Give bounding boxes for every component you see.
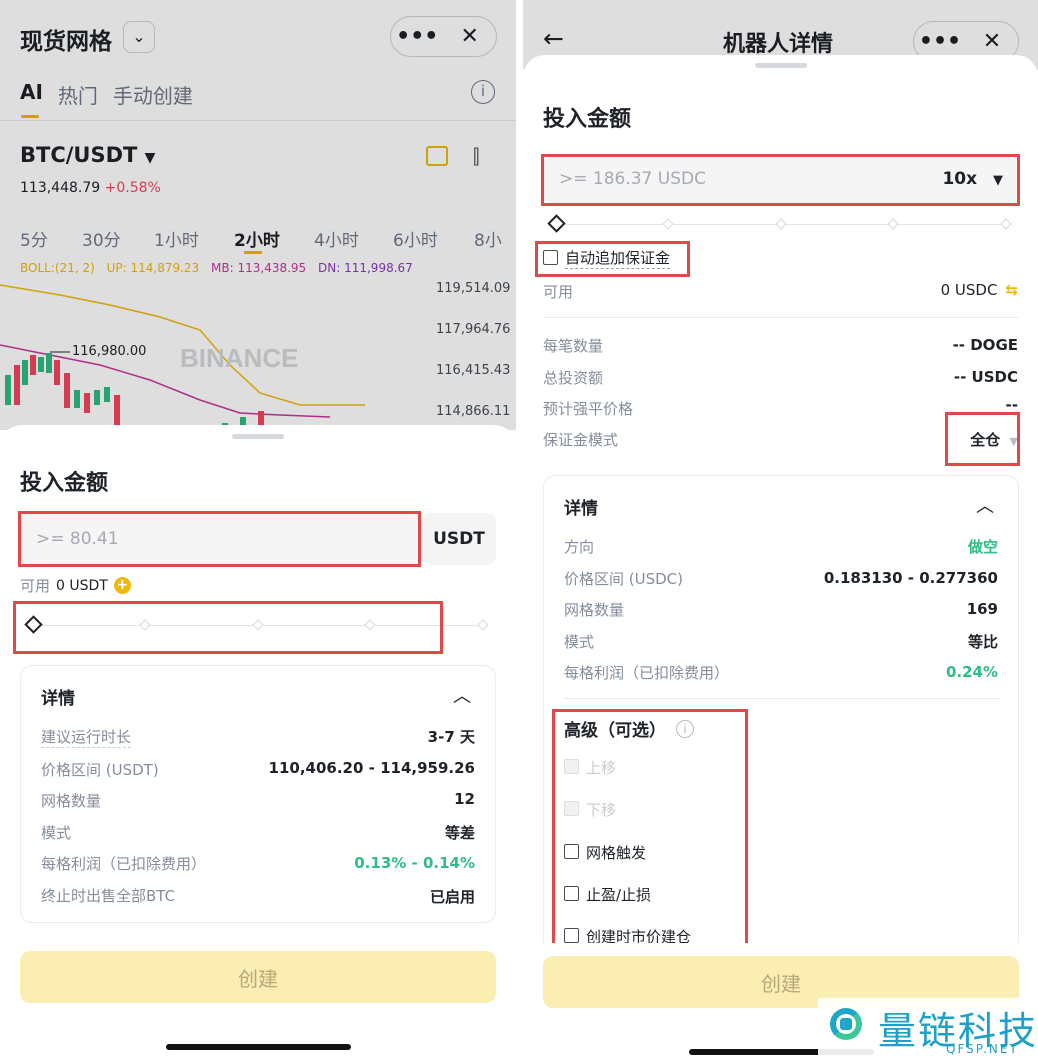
currency-button[interactable]: USDT	[422, 513, 496, 565]
highlight-auto-margin	[535, 241, 690, 277]
detail-value: 169	[966, 600, 998, 618]
detail-value: 0.183130 - 0.277360	[823, 569, 998, 587]
row-label: 每笔数量	[543, 337, 604, 355]
available-value: 0 USDC	[940, 281, 998, 299]
drag-handle[interactable]	[232, 434, 284, 439]
row-label: 总投资额	[543, 369, 604, 387]
detail-label: 方向	[564, 538, 595, 556]
row-label: 预计强平价格	[543, 400, 634, 418]
home-indicator	[166, 1044, 351, 1050]
available-label: 可用	[543, 283, 574, 301]
detail-label: 模式	[41, 824, 72, 842]
detail-value: 0.13% - 0.14%	[354, 854, 475, 872]
row-value: -- DOGE	[952, 336, 1018, 354]
highlight-advanced	[552, 709, 748, 957]
brand-watermark: 量链科技 QFSP.NET	[818, 998, 1038, 1060]
transfer-icon[interactable]: ⇆	[1005, 281, 1018, 299]
invest-sheet: 投入金额 >= 186.37 USDC 10x ▼ 自动追加保证金 可用 0 U…	[523, 55, 1038, 1060]
highlight-amount	[18, 511, 421, 567]
left-screen: 现货网格 ⌄ ••• ✕ AI 热门 手动创建 i BTC/USDT ▼ 113…	[0, 0, 516, 1060]
sheet-title: 投入金额	[543, 107, 632, 132]
brand-domain: QFSP.NET	[946, 1042, 1019, 1056]
detail-value: 等比	[967, 633, 998, 651]
detail-value: 0.24%	[945, 663, 998, 681]
row-value: -- USDC	[953, 368, 1018, 386]
details-title: 详情	[41, 689, 75, 709]
amount-slider[interactable]	[543, 209, 1019, 239]
collapse-icon[interactable]: ︿	[453, 682, 471, 708]
detail-label: 价格区间 (USDT)	[41, 761, 159, 779]
collapse-icon[interactable]: ︿	[976, 492, 994, 518]
detail-label: 建议运行时长	[41, 728, 132, 748]
detail-label: 网格数量	[41, 792, 102, 810]
highlight-margin-mode	[945, 412, 1020, 466]
right-screen: ← 机器人详情 ••• ✕ 投入金额 >= 186.37 USDC 10x ▼	[523, 0, 1038, 1060]
invest-sheet: 投入金额 >= 80.41 USDT 可用 0 USDT + 详情 ︿ 建议运行…	[0, 425, 516, 1060]
detail-label: 每格利润（已扣除费用）	[564, 664, 730, 682]
create-button[interactable]: 创建	[20, 951, 496, 1003]
details-card: 详情 ︿ 建议运行时长 3-7 天 价格区间 (USDT) 110,406.20…	[20, 665, 496, 923]
detail-value: 110,406.20 - 114,959.26	[268, 759, 475, 777]
highlight-slider	[13, 601, 443, 654]
highlight-amount	[541, 154, 1020, 206]
details-title: 详情	[564, 499, 598, 519]
brand-logo-icon	[822, 1004, 870, 1052]
detail-value: 已启用	[429, 888, 475, 906]
detail-label: 模式	[564, 633, 595, 651]
detail-value: 3-7 天	[427, 728, 475, 746]
detail-label: 网格数量	[564, 601, 625, 619]
detail-label: 每格利润（已扣除费用）	[41, 855, 207, 873]
drag-handle[interactable]	[755, 63, 807, 68]
detail-value: 做空	[967, 538, 998, 556]
detail-label: 价格区间 (USDC)	[564, 570, 683, 588]
sheet-title: 投入金额	[20, 471, 109, 496]
add-funds-icon[interactable]: +	[113, 577, 131, 594]
detail-value: 等差	[444, 824, 475, 842]
modal-overlay[interactable]	[0, 0, 516, 430]
detail-label: 终止时出售全部BTC	[41, 887, 176, 905]
detail-value: 12	[454, 790, 475, 808]
available-label: 可用	[20, 577, 51, 595]
row-label: 保证金模式	[543, 431, 619, 449]
available-value: 0 USDT	[56, 577, 108, 594]
